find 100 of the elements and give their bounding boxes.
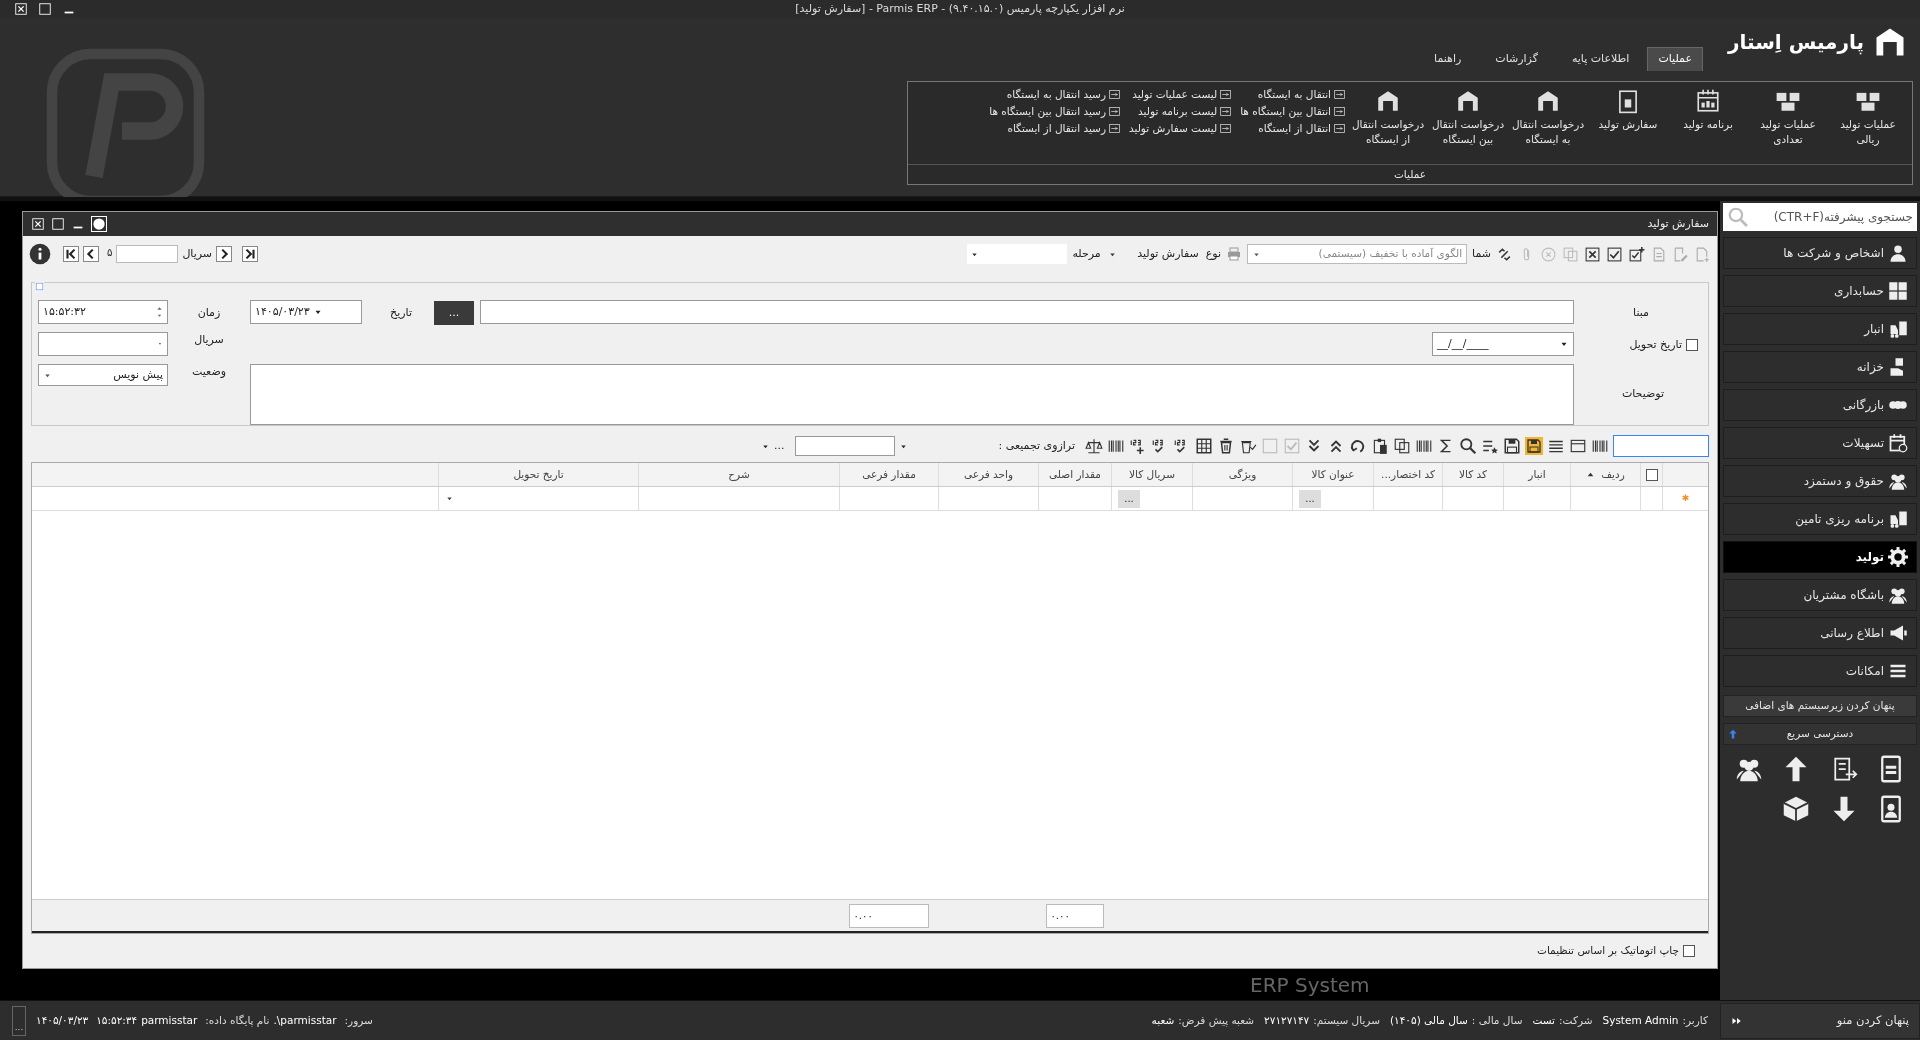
checkbox[interactable] [1645, 468, 1658, 481]
column-header[interactable]: مقدار اصلی [1038, 463, 1111, 486]
ribbon-link[interactable]: رسید انتقال بین ایستگاه ها [989, 103, 1106, 120]
sidebar-item[interactable]: انبار [1723, 313, 1917, 345]
redo-icon[interactable] [1349, 437, 1367, 455]
scale-field[interactable] [794, 436, 895, 456]
close-icon[interactable] [31, 217, 45, 231]
column-header[interactable]: شرح [638, 463, 839, 486]
last-record-icon[interactable] [242, 246, 259, 262]
column-header[interactable]: سریال کالا [1111, 463, 1192, 486]
ribbon-button[interactable]: درخواست انتقال از ایستگاه [1348, 117, 1428, 147]
serial-field[interactable]: ۰ [38, 332, 168, 356]
maximize-icon[interactable] [38, 2, 52, 16]
sidebar-item[interactable]: حقوق و دستمزد [1723, 465, 1917, 497]
sidebar-item[interactable]: برنامه ریزی تامین [1723, 503, 1917, 535]
column-header[interactable]: کد کالا [1442, 463, 1503, 486]
previous-record-icon[interactable] [83, 246, 99, 262]
planner-icon[interactable] [1695, 88, 1721, 114]
printer-icon[interactable] [1226, 246, 1243, 262]
column-header[interactable]: ردیف [1570, 463, 1640, 486]
close-box-icon[interactable] [1584, 245, 1601, 263]
table-icon[interactable] [1195, 437, 1213, 455]
checkmark-box-icon[interactable] [1606, 245, 1623, 263]
save-icon[interactable] [1525, 437, 1543, 455]
disk-edit-icon[interactable] [1503, 437, 1521, 455]
spin-down-icon[interactable] [156, 312, 163, 319]
sidebar-item[interactable]: اطلاع رسانی [1723, 617, 1917, 649]
transfer-icon[interactable] [1333, 88, 1346, 101]
transfer-icon[interactable] [1219, 105, 1233, 118]
column-header[interactable]: مقدار فرعی [839, 463, 938, 486]
delivery-date-field[interactable]: __/__/____ [1432, 332, 1574, 356]
date-field[interactable]: ۱۴۰۵/۰۳/۲۳ [250, 300, 362, 324]
ribbon-link[interactable]: انتقال از ایستگاه [1258, 120, 1331, 137]
transfer-icon[interactable] [1108, 105, 1121, 118]
transfer-icon[interactable] [1333, 105, 1346, 118]
trash-icon[interactable] [1217, 437, 1235, 455]
ribbon-button[interactable]: عملیات تولید ریالی [1828, 117, 1908, 147]
numbers-plus-icon[interactable] [1129, 437, 1147, 455]
next-record-icon[interactable] [216, 246, 233, 262]
type-select[interactable]: سفارش تولید [1105, 244, 1201, 264]
status-select[interactable]: پیش نویس [38, 364, 168, 386]
sidebar-item[interactable]: حسابداری [1723, 275, 1917, 307]
ribbon-link[interactable]: رسید انتقال به ایستگاه [1006, 86, 1106, 103]
ribbon-link[interactable]: لیست برنامه تولید [1138, 103, 1218, 120]
column-header[interactable]: ویژگی [1192, 463, 1292, 486]
barcode-icon[interactable] [1415, 437, 1433, 455]
transfer-icon[interactable] [1219, 88, 1233, 101]
more-button[interactable]: ... [774, 437, 785, 455]
copy-icon[interactable] [1393, 437, 1411, 455]
transfer-icon[interactable] [1108, 88, 1121, 101]
column-header[interactable]: تاریخ تحویل [438, 463, 638, 486]
frame-icon[interactable] [1569, 437, 1587, 455]
menu-tab[interactable]: گزارشات [1479, 47, 1554, 71]
close-icon[interactable] [14, 2, 28, 16]
search-icon[interactable] [1459, 437, 1477, 455]
column-header[interactable]: واحد فرعی [938, 463, 1038, 486]
ribbon-link[interactable]: انتقال بین ایستگاه ها [1240, 103, 1331, 120]
menu-tab[interactable]: اطلاعات پایه [1555, 47, 1646, 71]
ribbon-link[interactable]: انتقال به ایستگاه [1257, 86, 1331, 103]
sidebar-item[interactable]: تولید [1723, 541, 1917, 573]
transfer-icon[interactable] [1333, 122, 1346, 135]
cube-icon[interactable] [1782, 795, 1811, 823]
ribbon-button[interactable]: عملیات تولید تعدادی [1748, 117, 1828, 147]
status-more-button[interactable]: ... [12, 1005, 26, 1036]
sidebar-item[interactable]: باشگاه مشتریان [1723, 579, 1917, 611]
sort-up-icon[interactable] [1586, 470, 1596, 479]
first-record-icon[interactable] [63, 246, 79, 262]
record-field[interactable] [116, 245, 179, 263]
ribbon-link[interactable]: رسید انتقال از ایستگاه [1007, 120, 1106, 137]
caret-icon[interactable] [445, 494, 454, 503]
grid-search-field[interactable] [1613, 435, 1709, 457]
sidebar-item[interactable]: تسهیلات [1723, 427, 1917, 459]
column-header[interactable]: عنوان کالا [1292, 463, 1373, 486]
transfer-icon[interactable] [1108, 122, 1121, 135]
ribbon-link[interactable]: لیست سفارش تولید [1129, 120, 1218, 137]
maximize-icon[interactable] [51, 217, 65, 231]
paste-icon[interactable] [1371, 437, 1389, 455]
template-select[interactable]: الگوی آماده با تخفیف (سیستمی) [1247, 244, 1468, 264]
collapse-icon[interactable] [35, 282, 44, 291]
column-header[interactable]: کد اختصار... [1373, 463, 1442, 486]
browse-button[interactable]: ... [434, 301, 474, 325]
basis-field[interactable] [480, 300, 1574, 324]
ribbon-button[interactable]: درخواست انتقال به ایستگاه [1508, 117, 1588, 147]
sidebar-item[interactable]: اشخاص و شرکت ها [1723, 237, 1917, 269]
checked-box-icon[interactable] [1283, 437, 1301, 455]
ribbon-link[interactable]: لیست عملیات تولید [1132, 86, 1218, 103]
scale-icon[interactable] [1085, 437, 1103, 455]
hide-menu-button[interactable]: پنهان کردن منو [1720, 1003, 1920, 1039]
lookup-button[interactable]: ... [1118, 489, 1140, 508]
hide-subsystems-button[interactable]: پنهان کردن زیرسیستم های اضافی [1723, 695, 1917, 717]
menu-tab[interactable]: راهنما [1418, 47, 1478, 71]
search-field[interactable]: جستجوی پیشرفته(CTR+F) [1723, 203, 1917, 231]
sidebar-item[interactable]: بازرگانی [1723, 389, 1917, 421]
ribbon-button[interactable]: سفارش تولید [1588, 117, 1668, 132]
sidebar-item[interactable]: امکانات [1723, 655, 1917, 687]
sidebar-item[interactable]: خزانه [1723, 351, 1917, 383]
ribbon-button[interactable]: برنامه تولید [1668, 117, 1748, 132]
menu-tab[interactable]: عملیات [1647, 47, 1703, 71]
transfer-icon[interactable] [1219, 122, 1233, 135]
unlink-icon[interactable] [1496, 245, 1513, 263]
